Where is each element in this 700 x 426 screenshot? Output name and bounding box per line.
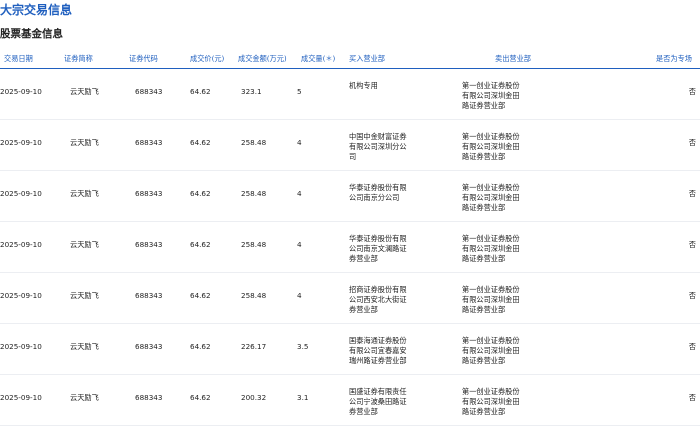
cell-volume: 4 — [297, 240, 302, 249]
cell-special: 否 — [688, 342, 696, 351]
cell-price: 64.62 — [190, 87, 211, 96]
cell-volume: 5 — [297, 87, 302, 96]
column-header-amount[interactable]: 成交金额(万元) — [238, 54, 287, 64]
cell-buyer: 国泰海通证券股份有限公司宜春嘉安瑞州路证券营业部 — [349, 336, 407, 365]
column-header-price[interactable]: 成交价(元) — [190, 54, 224, 64]
cell-buyer: 华泰证券股份有限公司南京分公司 — [349, 183, 407, 202]
cell-date: 2025-09-10 — [0, 342, 42, 351]
cell-name[interactable]: 云天励飞 — [70, 342, 99, 352]
table-row: 2025-09-10 云天励飞 688343 64.62 323.1 5 机构专… — [0, 69, 700, 120]
cell-volume: 4 — [297, 138, 302, 147]
cell-seller: 第一创业证券股份有限公司深圳金田路证券营业部 — [462, 387, 520, 416]
column-header-seller[interactable]: 卖出营业部 — [495, 54, 531, 64]
cell-volume: 3.5 — [297, 342, 309, 351]
cell-date: 2025-09-10 — [0, 240, 42, 249]
table-row: 2025-09-10 云天励飞 688343 64.62 258.48 4 招商… — [0, 273, 700, 324]
cell-seller: 第一创业证券股份有限公司深圳金田路证券营业部 — [462, 336, 520, 365]
cell-seller: 第一创业证券股份有限公司深圳金田路证券营业部 — [462, 234, 520, 263]
table-row: 2025-09-10 云天励飞 688343 64.62 226.17 3.5 … — [0, 324, 700, 375]
cell-price: 64.62 — [190, 291, 211, 300]
cell-name[interactable]: 云天励飞 — [70, 189, 99, 199]
cell-name[interactable]: 云天励飞 — [70, 291, 99, 301]
cell-code[interactable]: 688343 — [135, 291, 162, 301]
cell-price: 64.62 — [190, 189, 211, 198]
table-row: 2025-09-10 云天励飞 688343 64.62 258.48 4 华泰… — [0, 222, 700, 273]
column-header-volume[interactable]: 成交量(＊) — [301, 54, 335, 64]
cell-buyer: 机构专用 — [349, 81, 378, 90]
cell-price: 64.62 — [190, 393, 211, 402]
cell-seller: 第一创业证券股份有限公司深圳金田路证券营业部 — [462, 285, 520, 314]
cell-name[interactable]: 云天励飞 — [70, 87, 99, 97]
cell-name[interactable]: 云天励飞 — [70, 240, 99, 250]
cell-amount: 258.48 — [241, 189, 267, 198]
column-header-special[interactable]: 是否为专场 — [656, 54, 692, 64]
cell-code[interactable]: 688343 — [135, 240, 162, 250]
section-title: 股票基金信息 — [0, 28, 63, 40]
cell-price: 64.62 — [190, 138, 211, 147]
cell-volume: 3.1 — [297, 393, 309, 402]
cell-code[interactable]: 688343 — [135, 189, 162, 199]
cell-date: 2025-09-10 — [0, 189, 42, 198]
cell-date: 2025-09-10 — [0, 291, 42, 300]
cell-buyer: 招商证券股份有限公司西安北大街证券营业部 — [349, 285, 407, 314]
table-row: 2025-09-10 云天励飞 688343 64.62 200.32 3.1 … — [0, 375, 700, 426]
cell-amount: 258.48 — [241, 138, 267, 147]
cell-special: 否 — [688, 189, 696, 198]
column-header-date[interactable]: 交易日期 — [4, 54, 33, 64]
page-title: 大宗交易信息 — [0, 3, 73, 17]
table-row: 2025-09-10 云天励飞 688343 64.62 258.48 4 中国… — [0, 120, 700, 171]
cell-seller: 第一创业证券股份有限公司深圳金田路证券营业部 — [462, 132, 520, 161]
cell-code[interactable]: 688343 — [135, 342, 162, 352]
cell-special: 否 — [688, 240, 696, 249]
cell-price: 64.62 — [190, 342, 211, 351]
cell-volume: 4 — [297, 291, 302, 300]
cell-date: 2025-09-10 — [0, 393, 42, 402]
column-header-buyer[interactable]: 买入营业部 — [349, 54, 385, 64]
cell-seller: 第一创业证券股份有限公司深圳金田路证券营业部 — [462, 81, 520, 110]
cell-code[interactable]: 688343 — [135, 87, 162, 97]
cell-name[interactable]: 云天励飞 — [70, 138, 99, 148]
cell-buyer: 国盛证券有限责任公司宁波桑田路证券营业部 — [349, 387, 407, 416]
cell-date: 2025-09-10 — [0, 138, 42, 147]
table-header: 交易日期 证券简称 证券代码 成交价(元) 成交金额(万元) 成交量(＊) 买入… — [0, 50, 700, 69]
cell-name[interactable]: 云天励飞 — [70, 393, 99, 403]
cell-amount: 323.1 — [241, 87, 262, 96]
cell-special: 否 — [688, 138, 696, 147]
cell-amount: 258.48 — [241, 291, 267, 300]
column-header-name[interactable]: 证券简称 — [64, 54, 93, 64]
cell-price: 64.62 — [190, 240, 211, 249]
cell-special: 否 — [688, 87, 696, 96]
table-row: 2025-09-10 云天励飞 688343 64.62 258.48 4 华泰… — [0, 171, 700, 222]
cell-buyer: 中国中金财富证券有限公司深圳分公司 — [349, 132, 407, 161]
column-header-code[interactable]: 证券代码 — [129, 54, 158, 64]
cell-date: 2025-09-10 — [0, 87, 42, 96]
cell-seller: 第一创业证券股份有限公司深圳金田路证券营业部 — [462, 183, 520, 212]
cell-code[interactable]: 688343 — [135, 393, 162, 403]
cell-special: 否 — [688, 393, 696, 402]
cell-special: 否 — [688, 291, 696, 300]
cell-buyer: 华泰证券股份有限公司南京文澜路证券营业部 — [349, 234, 407, 263]
cell-amount: 258.48 — [241, 240, 267, 249]
cell-code[interactable]: 688343 — [135, 138, 162, 148]
cell-volume: 4 — [297, 189, 302, 198]
cell-amount: 226.17 — [241, 342, 267, 351]
cell-amount: 200.32 — [241, 393, 267, 402]
